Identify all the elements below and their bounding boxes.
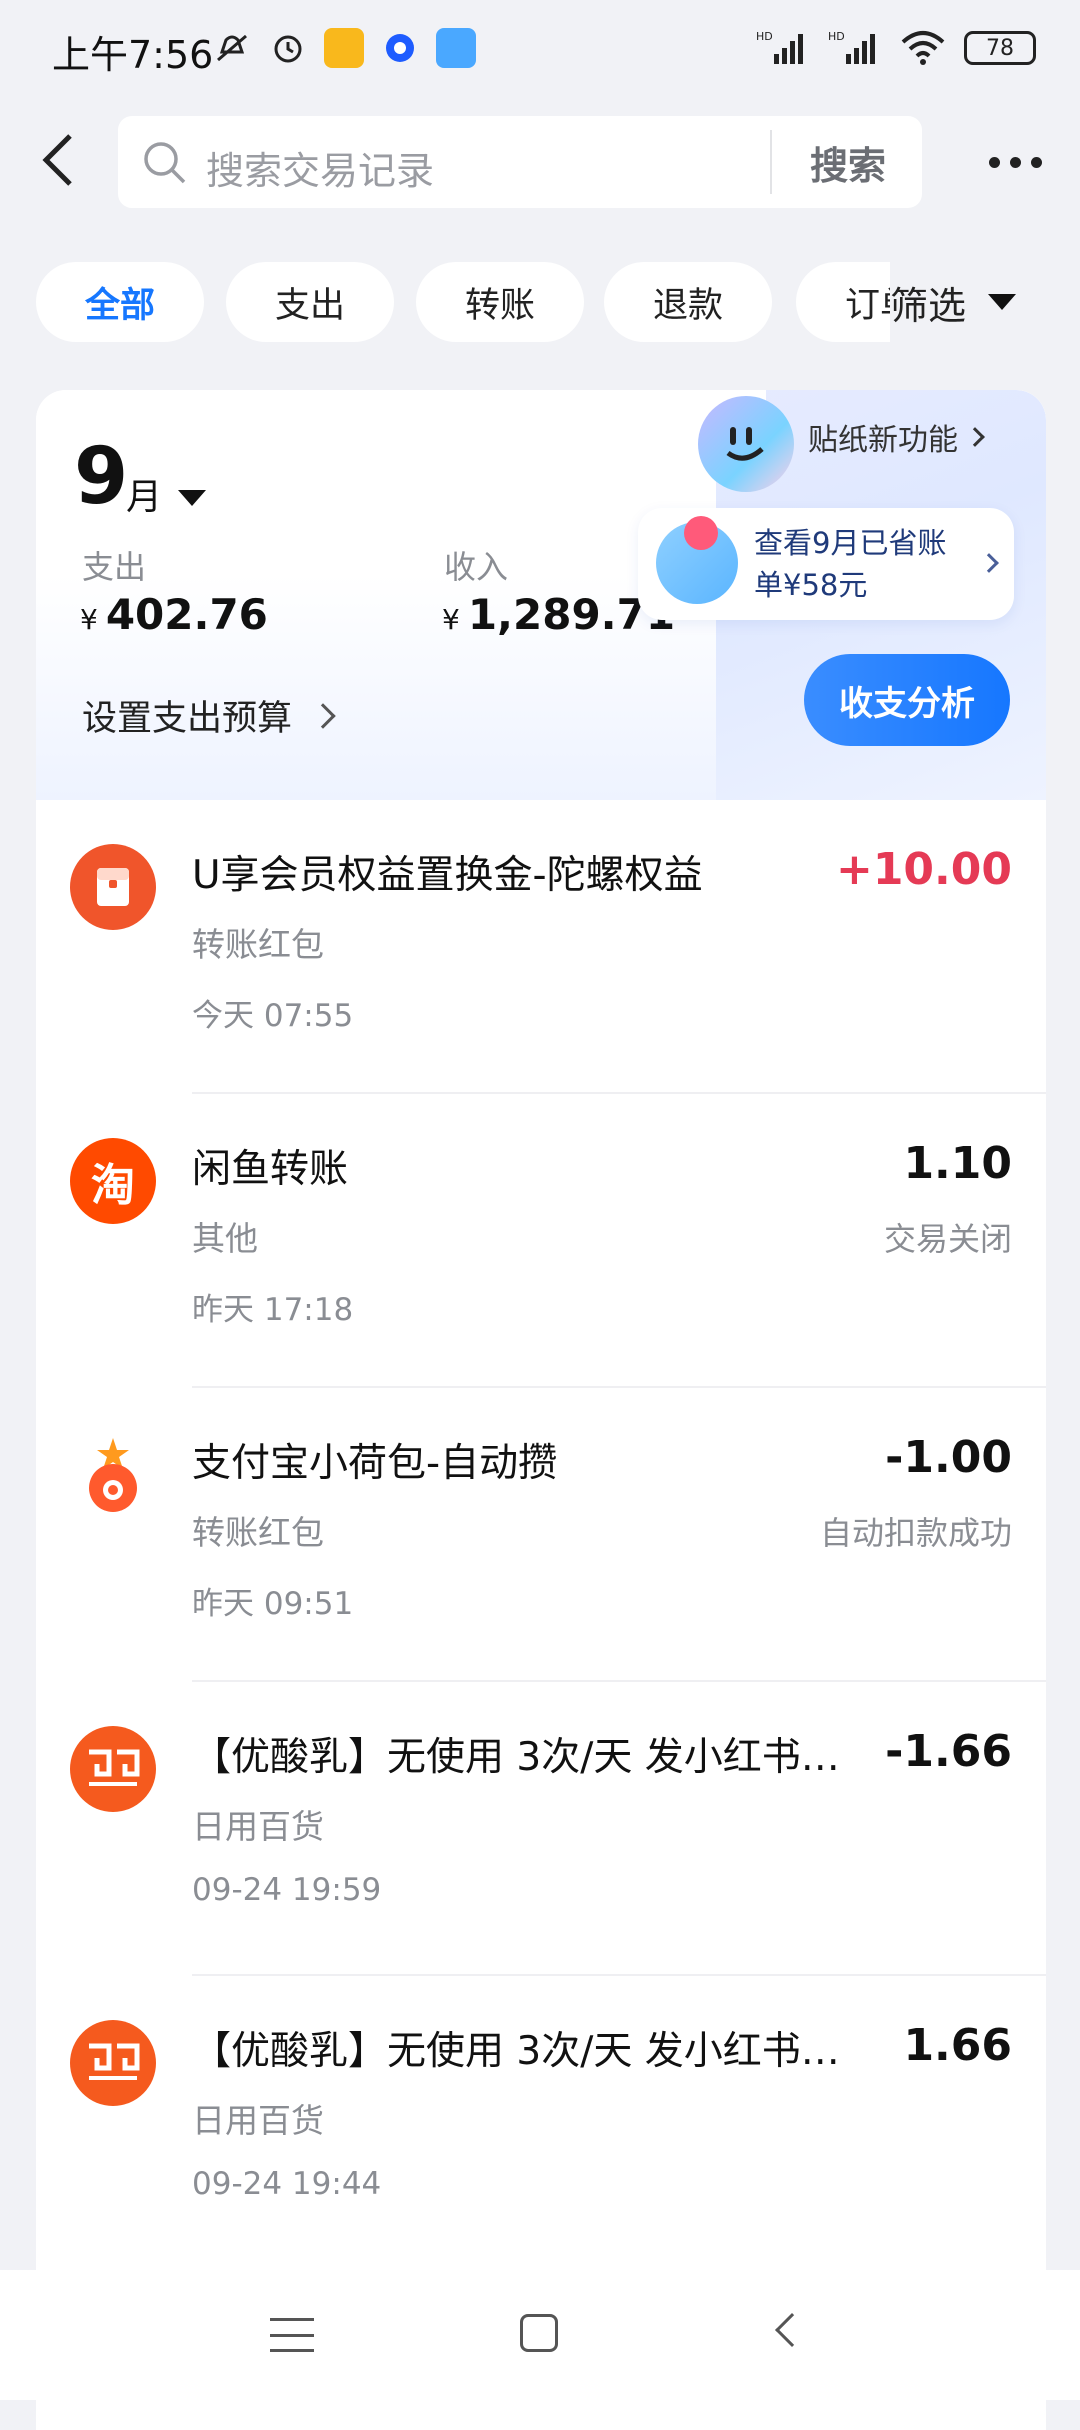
back-icon[interactable] xyxy=(775,2313,809,2347)
status-icons-left xyxy=(212,28,476,68)
sticker-feature-link[interactable]: 贴纸新功能 xyxy=(698,396,1036,492)
budget-label: 设置支出预算 xyxy=(82,699,293,739)
more-options-button[interactable] xyxy=(980,132,1050,192)
lotus-pouch-icon xyxy=(70,1432,156,1518)
transaction-category: 日用百货 xyxy=(192,2101,324,2140)
search-bar[interactable]: 搜索交易记录 搜索 xyxy=(118,116,922,208)
set-budget-link[interactable]: 设置支出预算 xyxy=(82,690,336,741)
search-divider xyxy=(770,130,772,194)
hd-signal-icon: HD xyxy=(828,30,875,64)
savings-promo-bubble[interactable]: 查看9月已省账单¥58元 xyxy=(638,508,1014,620)
search-button[interactable]: 搜索 xyxy=(774,116,922,208)
chip-expense[interactable]: 支出 xyxy=(226,262,394,342)
transaction-amount: 1.10 xyxy=(903,1138,1012,1189)
wifi-icon xyxy=(901,31,945,65)
search-input[interactable]: 搜索交易记录 xyxy=(206,140,434,195)
transaction-title: 闲鱼转账 xyxy=(192,1147,349,1192)
transaction-row[interactable]: 淘 闲鱼转账 其他 昨天 17:18 1.10 交易关闭 xyxy=(36,1094,1046,1388)
chip-all[interactable]: 全部 xyxy=(36,262,204,342)
transaction-amount: 1.66 xyxy=(903,2020,1012,2071)
currency-symbol: ¥ xyxy=(80,603,98,636)
sticker-label: 贴纸新功能 xyxy=(808,423,958,458)
transaction-row[interactable]: 支付宝小荷包-自动攒 转账红包 昨天 09:51 -1.00 自动扣款成功 xyxy=(36,1388,1046,1682)
caret-down-icon xyxy=(988,294,1017,310)
transaction-title: 【优酸乳】无使用 3次/天 发小红书得6... xyxy=(192,1735,872,1780)
transaction-status: 交易关闭 xyxy=(883,1220,1012,1258)
month-unit: 月 xyxy=(126,477,163,518)
chip-transfer[interactable]: 转账 xyxy=(416,262,584,342)
alarm-icon xyxy=(268,28,308,68)
taobao-glyph: 淘 xyxy=(91,1160,135,1211)
expense-value: ¥402.76 xyxy=(80,590,268,639)
transaction-time: 09-24 19:59 xyxy=(192,1872,382,1908)
heart-icon xyxy=(684,516,718,550)
search-icon xyxy=(144,142,186,184)
promo-text: 查看9月已省账单¥58元 xyxy=(754,526,947,602)
transaction-time: 昨天 09:51 xyxy=(192,1586,354,1622)
transaction-time: 今天 07:55 xyxy=(192,998,354,1034)
system-nav-bar xyxy=(0,2270,1080,2400)
status-time: 上午7:56 xyxy=(52,33,214,77)
transaction-time: 09-24 19:44 xyxy=(192,2166,382,2202)
baofu-logo-icon xyxy=(70,2020,156,2106)
filter-chips: 全部 支出 转账 退款 订单 xyxy=(36,262,906,342)
menu-icon[interactable] xyxy=(270,2318,314,2352)
back-button[interactable] xyxy=(30,120,90,200)
taobao-icon: 淘 xyxy=(70,1138,156,1224)
transaction-row[interactable]: U享会员权益置换金-陀螺权益 转账红包 今天 07:55 +10.00 xyxy=(36,800,1046,1094)
transaction-card: 9 月 支出 ¥402.76 收入 ¥1,289.71 设置支出预算 贴纸新功能… xyxy=(36,390,1046,2430)
battery-icon: 78 xyxy=(964,31,1036,65)
transaction-title: 【优酸乳】无使用 3次/天 发小红书得6.... xyxy=(192,2029,872,2074)
svg-text:HD: HD xyxy=(828,30,845,43)
transaction-status: 自动扣款成功 xyxy=(819,1514,1012,1552)
more-dot-icon xyxy=(1009,156,1021,168)
app-icon-card xyxy=(436,28,476,68)
filter-label: 筛选 xyxy=(890,283,967,328)
transaction-category: 转账红包 xyxy=(192,1513,324,1552)
filter-button[interactable]: 筛选 xyxy=(890,262,1070,342)
more-dot-icon xyxy=(1030,156,1042,168)
status-icons-right: HD HD 78 xyxy=(756,28,1036,68)
sticker-mascot-icon xyxy=(698,396,794,492)
home-icon[interactable] xyxy=(520,2314,558,2352)
expense-label: 支出 xyxy=(82,548,147,586)
transaction-title: 支付宝小荷包-自动攒 xyxy=(192,1441,558,1486)
svg-text:HD: HD xyxy=(756,30,773,43)
chip-refund[interactable]: 退款 xyxy=(604,262,772,342)
expense-amount: 402.76 xyxy=(105,590,268,639)
chevron-right-icon xyxy=(965,427,985,447)
mute-icon xyxy=(212,28,252,68)
transaction-row[interactable]: 【优酸乳】无使用 3次/天 发小红书得6.... 日用百货 09-24 19:4… xyxy=(36,1976,1046,2270)
transaction-title: U享会员权益置换金-陀螺权益 xyxy=(192,853,703,898)
month-selector[interactable]: 9 xyxy=(74,432,128,522)
transaction-category: 其他 xyxy=(192,1219,258,1258)
transaction-category: 转账红包 xyxy=(192,925,324,964)
app-icon-yellow xyxy=(324,28,364,68)
chevron-right-icon xyxy=(979,553,999,573)
transaction-amount: -1.00 xyxy=(885,1432,1012,1483)
transaction-category: 日用百货 xyxy=(192,1807,324,1846)
transaction-time: 昨天 17:18 xyxy=(192,1292,354,1328)
income-label: 收入 xyxy=(444,548,509,586)
hd-signal-icon: HD xyxy=(756,30,803,64)
transaction-row[interactable]: 【优酸乳】无使用 3次/天 发小红书得6... 日用百货 09-24 19:59… xyxy=(36,1682,1046,1976)
transaction-amount: -1.66 xyxy=(885,1726,1012,1777)
chevron-left-icon xyxy=(42,134,72,186)
caret-down-icon[interactable] xyxy=(178,490,206,506)
sticker-text: 贴纸新功能 xyxy=(808,415,985,459)
red-envelope-icon xyxy=(70,844,156,930)
app-icon-blue xyxy=(380,28,420,68)
currency-symbol: ¥ xyxy=(442,603,460,636)
transaction-amount: +10.00 xyxy=(835,844,1012,895)
income-expense-analysis-button[interactable]: 收支分析 xyxy=(804,654,1010,746)
month-summary: 9 月 支出 ¥402.76 收入 ¥1,289.71 设置支出预算 贴纸新功能… xyxy=(36,390,1046,800)
baofu-logo-icon xyxy=(70,1726,156,1812)
status-bar: 上午7:56 HD HD 78 xyxy=(0,0,1080,100)
more-dot-icon xyxy=(988,156,1000,168)
chevron-right-icon xyxy=(310,702,336,729)
